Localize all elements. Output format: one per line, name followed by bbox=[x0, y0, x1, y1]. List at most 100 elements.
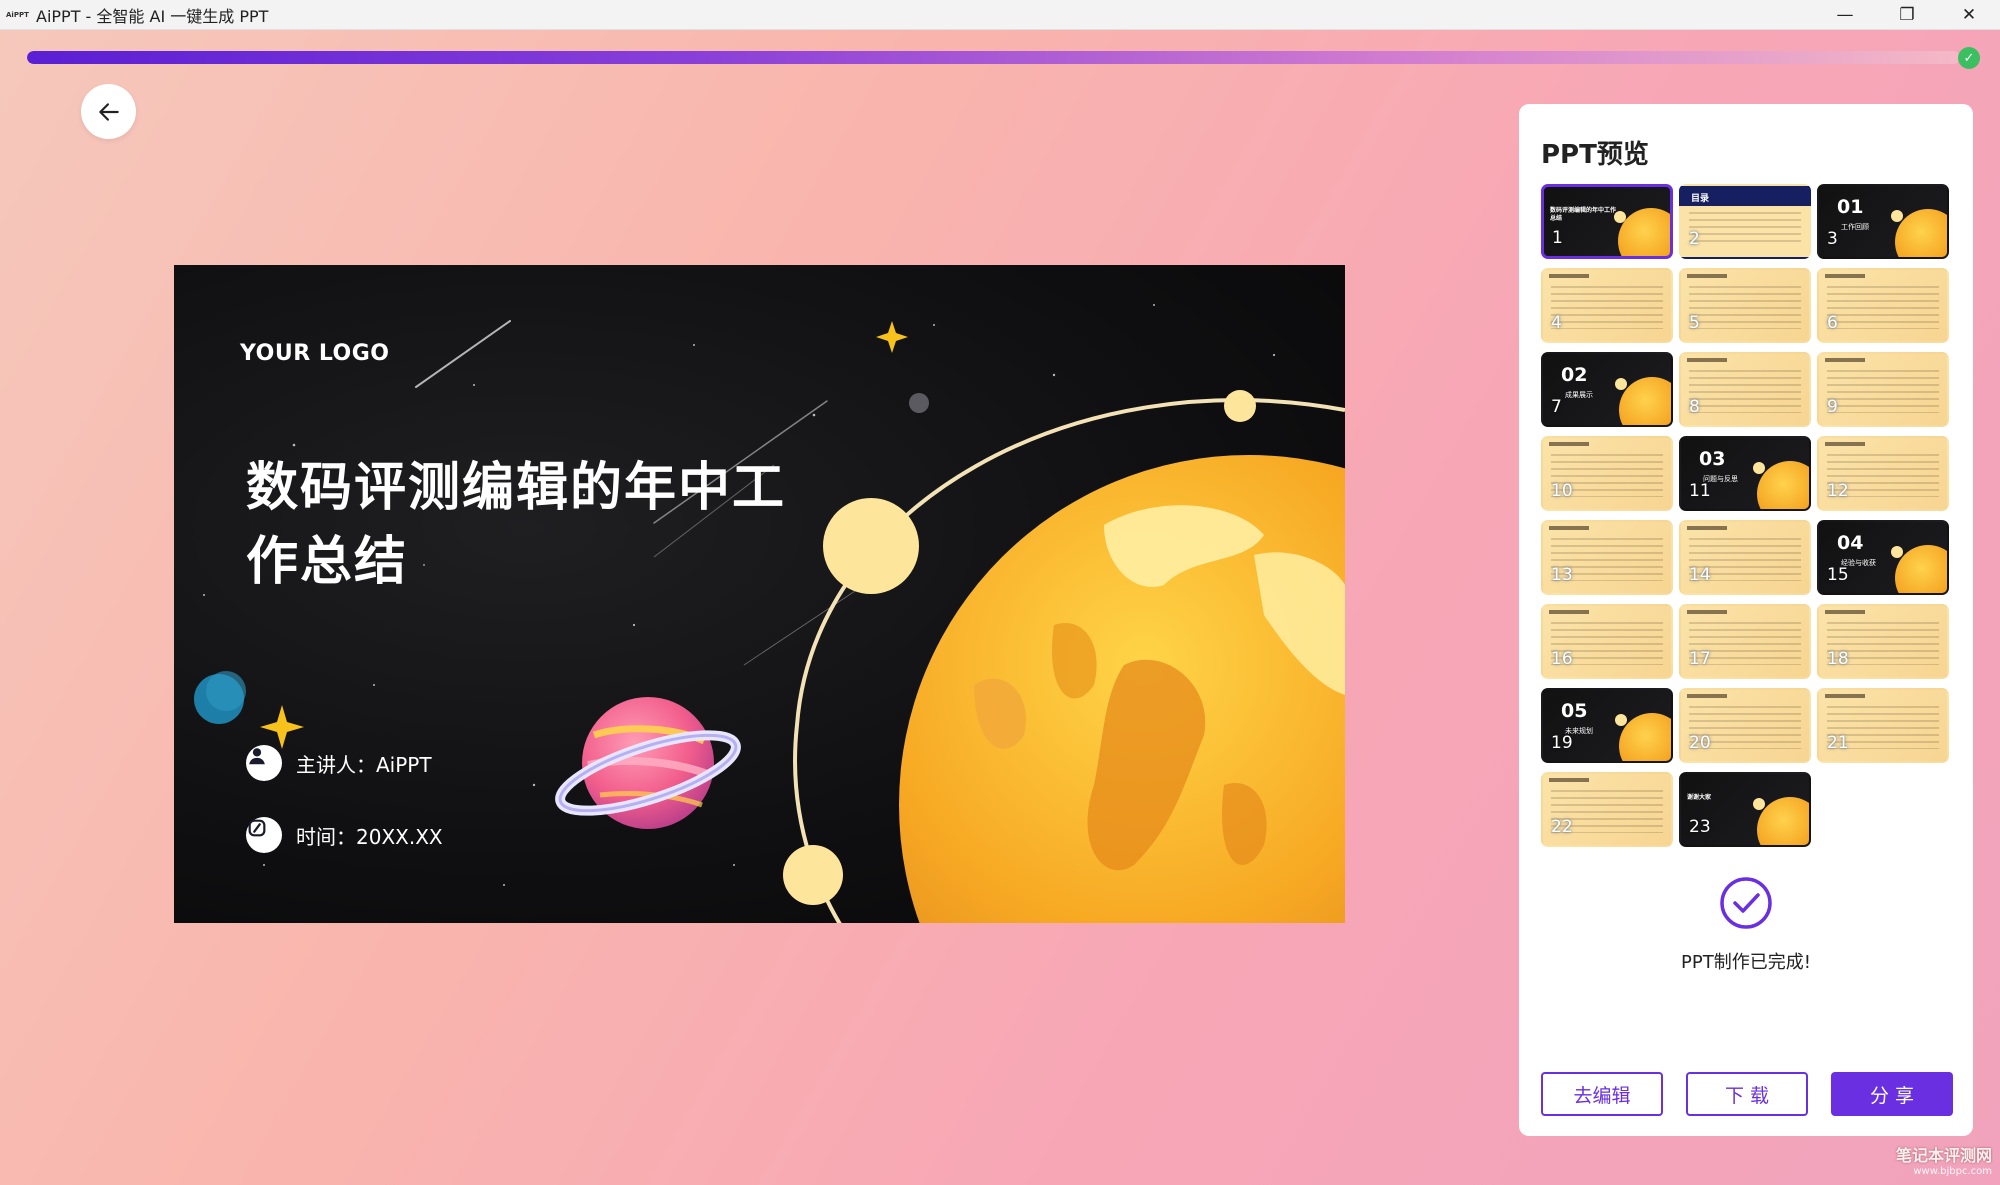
thumbnail-content bbox=[1827, 370, 1939, 413]
thumbnail-number: 22 bbox=[1551, 817, 1573, 837]
thumbnail-header bbox=[1825, 442, 1865, 446]
time-text: 时间：20XX.XX bbox=[296, 824, 443, 849]
slide-thumbnail[interactable]: 21 bbox=[1817, 688, 1949, 763]
thumbnail-number: 17 bbox=[1689, 649, 1711, 669]
thumbnail-content bbox=[1689, 286, 1801, 329]
slide-thumbnail[interactable]: 6 bbox=[1817, 268, 1949, 343]
slide-title: 数码评测编辑的年中工作总结 bbox=[246, 458, 787, 592]
slide-thumbnail[interactable]: 20 bbox=[1679, 688, 1811, 763]
pen-icon bbox=[246, 817, 282, 853]
close-button[interactable]: ✕ bbox=[1938, 0, 2000, 30]
share-button[interactable]: 分 享 bbox=[1831, 1072, 1953, 1116]
slide-thumbnail[interactable]: 数码评测编辑的年中工作总结 1 bbox=[1541, 184, 1673, 259]
slide-thumbnail[interactable]: 16 bbox=[1541, 604, 1673, 679]
slide-thumbnail[interactable]: 22 bbox=[1541, 772, 1673, 847]
thumbnail-number: 16 bbox=[1551, 649, 1573, 669]
slide-thumbnail[interactable]: 13 bbox=[1541, 520, 1673, 595]
thumbnail-content bbox=[1827, 286, 1939, 329]
slide-thumbnail[interactable]: 05 未来规划 19 bbox=[1541, 688, 1673, 763]
slide-thumbnail[interactable]: 目录 2 bbox=[1679, 184, 1811, 259]
slide-thumbnail[interactable]: 4 bbox=[1541, 268, 1673, 343]
slide-thumbnail[interactable]: 02 成果展示 7 bbox=[1541, 352, 1673, 427]
watermark-line2: www.bjbpc.com bbox=[1913, 1166, 1992, 1177]
slide-thumbnail[interactable]: 10 bbox=[1541, 436, 1673, 511]
moon-graphic bbox=[1615, 714, 1627, 726]
slide-thumbnail[interactable]: 14 bbox=[1679, 520, 1811, 595]
thumbnail-header bbox=[1687, 526, 1727, 530]
thumbnail-number: 5 bbox=[1689, 313, 1700, 333]
thumbnail-grid: 数码评测编辑的年中工作总结 1 目录 2 01 工作回顾 3 4 5 6 02 成果展示 7 8 9 10 03… bbox=[1541, 184, 1949, 847]
moon-graphic bbox=[1615, 378, 1627, 390]
slide-time: 时间：20XX.XX bbox=[246, 817, 443, 853]
moon-graphic bbox=[1891, 546, 1903, 558]
moon-graphic bbox=[1753, 462, 1765, 474]
globe-graphic bbox=[1895, 545, 1947, 593]
slide-thumbnail[interactable]: 04 经验与收获 15 bbox=[1817, 520, 1949, 595]
slide-logo: YOUR LOGO bbox=[240, 341, 390, 366]
thumbnail-header bbox=[1825, 274, 1865, 278]
ppt-preview-panel: PPT预览 数码评测编辑的年中工作总结 1 目录 2 01 工作回顾 3 4 5 6 02 成果展示 7… bbox=[1519, 104, 1973, 1136]
thumbnail-header bbox=[1825, 358, 1865, 362]
thumbnail-number: 10 bbox=[1551, 481, 1573, 501]
thumbnail-number: 8 bbox=[1689, 397, 1700, 417]
globe-graphic bbox=[1895, 209, 1947, 257]
minimize-button[interactable]: — bbox=[1814, 0, 1876, 30]
slide-thumbnail[interactable]: 03 问题与反思 11 bbox=[1679, 436, 1811, 511]
back-button[interactable] bbox=[81, 84, 136, 139]
thumbnail-chapter: 04 bbox=[1837, 532, 1864, 554]
edit-button[interactable]: 去编辑 bbox=[1541, 1072, 1663, 1116]
completion-status: PPT制作已完成! bbox=[1519, 876, 1973, 974]
action-buttons: 去编辑 下 载 分 享 bbox=[1541, 1072, 1953, 1116]
app-icon: AiPPT bbox=[6, 10, 29, 19]
panel-title: PPT预览 bbox=[1541, 140, 1649, 170]
thumbnail-number: 18 bbox=[1827, 649, 1849, 669]
thumbnail-header bbox=[1825, 610, 1865, 614]
generation-progress-bar bbox=[27, 51, 1960, 64]
maximize-button[interactable]: ❐ bbox=[1876, 0, 1938, 30]
download-button[interactable]: 下 载 bbox=[1686, 1072, 1808, 1116]
thumbnail-chapter: 02 bbox=[1561, 364, 1588, 386]
thumbnail-number: 11 bbox=[1689, 481, 1711, 501]
thumbnail-header bbox=[1549, 610, 1589, 614]
thumbnail-number: 2 bbox=[1689, 229, 1700, 249]
thumbnail-label: 目录 bbox=[1691, 194, 1710, 204]
thumbnail-content bbox=[1689, 370, 1801, 413]
thumbnail-number: 19 bbox=[1551, 733, 1573, 753]
slide-thumbnail[interactable]: 18 bbox=[1817, 604, 1949, 679]
slide-thumbnail[interactable]: 01 工作回顾 3 bbox=[1817, 184, 1949, 259]
slide-thumbnail[interactable]: 17 bbox=[1679, 604, 1811, 679]
slide-thumbnail[interactable]: 8 bbox=[1679, 352, 1811, 427]
progress-fill bbox=[27, 51, 1960, 64]
thumbnail-content bbox=[1551, 286, 1663, 329]
thumbnail-number: 7 bbox=[1551, 397, 1562, 417]
thumbnail-title: 数码评测编辑的年中工作总结 bbox=[1550, 207, 1617, 222]
thumbnail-caption: 成果展示 bbox=[1565, 391, 1593, 399]
thumbnail-number: 21 bbox=[1827, 733, 1849, 753]
globe-graphic bbox=[1618, 208, 1670, 256]
thumbnail-number: 6 bbox=[1827, 313, 1838, 333]
window-controls: — ❐ ✕ bbox=[1814, 0, 2000, 30]
thumbnail-number: 15 bbox=[1827, 565, 1849, 585]
thumbnail-number: 23 bbox=[1689, 817, 1711, 837]
thumbnail-number: 9 bbox=[1827, 397, 1838, 417]
thumbnail-number: 20 bbox=[1689, 733, 1711, 753]
arrow-left-icon bbox=[98, 102, 119, 121]
slide-preview: YOUR LOGO 数码评测编辑的年中工作总结 主讲人：AiPPT 时间：20X… bbox=[174, 265, 1345, 923]
slide-thumbnail[interactable]: 12 bbox=[1817, 436, 1949, 511]
thumbnail-header bbox=[1687, 694, 1727, 698]
moon-graphic bbox=[1891, 210, 1903, 222]
thumbnail-number: 13 bbox=[1551, 565, 1573, 585]
window-title: AiPPT - 全智能 AI 一键生成 PPT bbox=[36, 6, 269, 26]
globe-graphic bbox=[1757, 797, 1809, 845]
slide-thumbnail[interactable]: 谢谢大家 23 bbox=[1679, 772, 1811, 847]
globe-graphic bbox=[1757, 461, 1809, 509]
thumbnail-content bbox=[1689, 212, 1801, 245]
thumbnail-header bbox=[1687, 358, 1727, 362]
thumbnail-header bbox=[1549, 526, 1589, 530]
slide-thumbnail[interactable]: 5 bbox=[1679, 268, 1811, 343]
check-circle-icon bbox=[1720, 877, 1772, 929]
check-icon: ✓ bbox=[1958, 47, 1980, 69]
slide-thumbnail[interactable]: 9 bbox=[1817, 352, 1949, 427]
thumbnail-header bbox=[1549, 274, 1589, 278]
thumbnail-number: 12 bbox=[1827, 481, 1849, 501]
